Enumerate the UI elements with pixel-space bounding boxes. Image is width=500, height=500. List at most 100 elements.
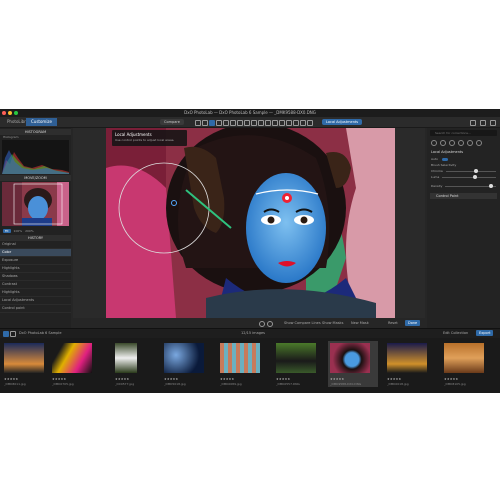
- compare-button[interactable]: Compare: [160, 119, 184, 125]
- filmstrip-thumb[interactable]: ★★★★★ _DMK8105.jpg: [442, 341, 492, 387]
- rating-stars[interactable]: ★★★★★: [4, 377, 18, 381]
- histogram-graph: [2, 150, 69, 174]
- history-item[interactable]: Local Adjustments: [0, 297, 71, 305]
- rating-stars[interactable]: ★★★★★: [52, 377, 66, 381]
- rating-stars[interactable]: ★★★★★: [330, 377, 344, 381]
- straighten-icon[interactable]: [202, 120, 208, 126]
- zoom-200-button[interactable]: 200%: [25, 229, 34, 233]
- workspace-icon[interactable]: [480, 120, 486, 126]
- filmstrip-thumb[interactable]: ★★★★★ _DMK0089.jpg: [218, 341, 268, 387]
- export-button[interactable]: Export: [476, 330, 494, 336]
- thumb-filename: _DMK0705.jpg: [52, 382, 74, 386]
- filmstrip-thumb[interactable]: ★★★★★ _DX0577.jpg: [113, 341, 163, 387]
- watermark-palette-icon[interactable]: [476, 140, 482, 146]
- done-button[interactable]: Done: [405, 320, 421, 326]
- history-item[interactable]: Color: [0, 249, 71, 257]
- history-item[interactable]: Contrast: [0, 281, 71, 289]
- show-masks-button[interactable]: Show Masks: [319, 320, 346, 326]
- filmstrip-thumb[interactable]: ★★★★★ _DMK8011.jpg: [2, 341, 52, 387]
- moire-icon[interactable]: [265, 120, 271, 126]
- navigator-preview[interactable]: [2, 182, 69, 226]
- rating-stars[interactable]: ★★★★★: [444, 377, 458, 381]
- chroma-slider[interactable]: [445, 169, 496, 173]
- palette-icons: [427, 138, 500, 148]
- light-palette-icon[interactable]: [431, 140, 437, 146]
- eye-icon[interactable]: [300, 120, 306, 126]
- chroma-slider-knob[interactable]: [473, 169, 478, 173]
- reset-button[interactable]: Reset: [385, 320, 401, 326]
- density-slider[interactable]: [445, 184, 496, 188]
- thumb-image: [164, 343, 204, 373]
- picker-icon[interactable]: [251, 120, 257, 126]
- control-point-panel[interactable]: Control Point: [430, 193, 497, 199]
- filmstrip-thumb[interactable]: ★★★★★ _DMK5018.jpg: [162, 341, 212, 387]
- local-adjustments-button[interactable]: Local Adjustments: [322, 119, 363, 125]
- local-adjustments-section-title: Local Adjustments: [431, 150, 464, 154]
- local-adjustments-tooltip: Local Adjustments Use control points to …: [112, 130, 187, 146]
- more-icon[interactable]: [490, 120, 496, 126]
- main-toolbar: PhotoLibrary Customize Compare Local Adj…: [0, 117, 500, 128]
- watermark-icon[interactable]: [244, 120, 250, 126]
- softproof-icon[interactable]: [286, 120, 292, 126]
- thumb-filename: _DMK0018.jpg: [387, 382, 409, 386]
- history-item[interactable]: Shadows: [0, 273, 71, 281]
- thumb-filename: _DMK5018.jpg: [164, 382, 186, 386]
- filmstrip-thumb-selected[interactable]: ★★★★★ _DMK9588-DX0.DNG: [328, 341, 378, 387]
- rating-stars[interactable]: ★★★★★: [220, 377, 234, 381]
- effects-palette-icon[interactable]: [467, 140, 473, 146]
- luma-slider[interactable]: [442, 175, 496, 179]
- project-name[interactable]: DxO PhotoLab 6 Sample: [16, 330, 65, 336]
- tooltip-body: Use control points to adjust local areas…: [115, 138, 175, 142]
- luma-row: Luma: [427, 174, 500, 180]
- corrections-search-input[interactable]: Search for corrections...: [430, 130, 497, 136]
- geometry-palette-icon[interactable]: [458, 140, 464, 146]
- panel-toggle-icon[interactable]: [470, 120, 476, 126]
- main-photo[interactable]: Local Adjustments Use control points to …: [106, 128, 395, 318]
- history-item[interactable]: Original: [0, 241, 71, 249]
- luma-slider-knob[interactable]: [472, 175, 477, 179]
- auto-toggle[interactable]: [441, 157, 448, 161]
- crop-icon[interactable]: [195, 120, 201, 126]
- chroma-label: Chroma: [431, 169, 443, 173]
- fit-button[interactable]: Fit: [3, 228, 11, 233]
- history-item[interactable]: Exposure: [0, 257, 71, 265]
- filter-icon[interactable]: [3, 331, 9, 337]
- edit-collection-button[interactable]: Edit Collection: [440, 330, 471, 336]
- filmstrip-thumb[interactable]: ★★★★★ _DMK0557.DNG: [274, 341, 324, 387]
- history-item[interactable]: Highlights: [0, 289, 71, 297]
- exposure-icon[interactable]: [272, 120, 278, 126]
- history-item[interactable]: Highlights: [0, 265, 71, 273]
- window-title: DxO PhotoLab — DxO PhotoLab 6 Sample — _…: [184, 110, 316, 115]
- new-mask-button[interactable]: New Mask: [348, 320, 372, 326]
- zoom-out-icon[interactable]: [259, 321, 265, 327]
- detail-palette-icon[interactable]: [449, 140, 455, 146]
- navigator-header[interactable]: MOVE/ZOOM: [0, 175, 71, 181]
- density-slider-knob[interactable]: [488, 184, 493, 188]
- thumb-image: [220, 343, 260, 373]
- history-item[interactable]: Control point: [0, 305, 71, 313]
- zoom-in-icon[interactable]: [267, 321, 273, 327]
- histogram: [2, 140, 69, 174]
- filmstrip-thumb[interactable]: ★★★★★ _DMK0018.jpg: [385, 341, 435, 387]
- show-compare-lines-button[interactable]: Show Compare Lines: [281, 320, 324, 326]
- tab-customize[interactable]: Customize: [26, 118, 57, 126]
- horizon-icon[interactable]: [230, 120, 236, 126]
- rating-stars[interactable]: ★★★★★: [276, 377, 290, 381]
- rating-stars[interactable]: ★★★★★: [115, 377, 129, 381]
- right-panel: Search for corrections... Local Adjustme…: [427, 128, 500, 328]
- lock-icon[interactable]: [307, 120, 313, 126]
- local-adjust-icon[interactable]: [209, 120, 215, 126]
- rating-stars[interactable]: ★★★★★: [164, 377, 178, 381]
- color-palette-icon[interactable]: [440, 140, 446, 146]
- grid-icon[interactable]: [258, 120, 264, 126]
- perspective-icon[interactable]: [237, 120, 243, 126]
- clipping-icon[interactable]: [279, 120, 285, 126]
- tooltip-title: Local Adjustments: [115, 132, 152, 137]
- zoom-icon[interactable]: [293, 120, 299, 126]
- zoom-100-button[interactable]: 100%: [14, 229, 23, 233]
- filmstrip-thumb[interactable]: ★★★★★ _DMK0705.jpg: [50, 341, 100, 387]
- repair-icon[interactable]: [216, 120, 222, 126]
- thumb-image: [4, 343, 44, 373]
- rating-stars[interactable]: ★★★★★: [387, 377, 401, 381]
- red-eye-icon[interactable]: [223, 120, 229, 126]
